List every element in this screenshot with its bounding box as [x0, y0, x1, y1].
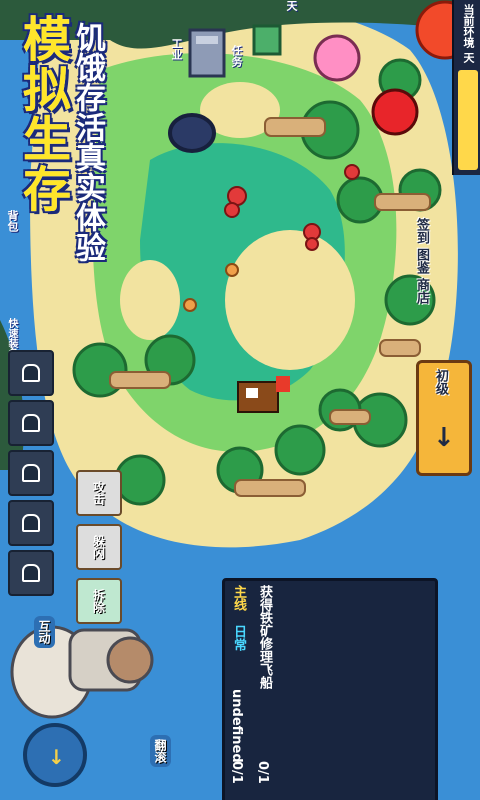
defense-button[interactable]: 躲闪: [76, 524, 122, 570]
quest-daily-text[interactable]: undefined: [229, 689, 244, 763]
task-label[interactable]: 任务: [228, 45, 244, 67]
shop-button[interactable]: 商店: [412, 278, 431, 304]
current-area-label: 天: [285, 0, 298, 11]
industry-label[interactable]: 工业: [168, 38, 184, 60]
skill-slot[interactable]: [8, 400, 54, 446]
promo-title: 模拟生存 饥饿存活真实体验: [14, 14, 130, 324]
pond: [168, 113, 216, 153]
lock-icon: [22, 564, 40, 582]
lock-icon: [22, 414, 40, 432]
sand-patch: [225, 230, 355, 370]
quest-main-text[interactable]: 获得铁矿修理飞船: [255, 585, 274, 689]
promo-title-sub: 饥饿存活真实体验: [70, 22, 105, 262]
status-rail-label: 当前环境 天: [462, 4, 475, 63]
craft-label: 拆除: [91, 589, 106, 613]
roll-button[interactable]: 翻滚: [150, 735, 171, 767]
status-rail: 当前环境 天: [452, 0, 480, 175]
game-screen: 模拟生存 饥饿存活真实体验 当前环境 天 天 任务 工业 背包 快速装备 攻击 …: [0, 0, 480, 800]
action-buttons: 攻击 躲闪 拆除: [76, 470, 122, 624]
skill-slot[interactable]: [8, 350, 54, 396]
interact-button[interactable]: 互动: [34, 616, 55, 648]
pink-bubble: [313, 34, 361, 82]
sign-in-button[interactable]: 签到: [412, 218, 431, 244]
skill-slot[interactable]: [8, 500, 54, 546]
craft-panel-label: 初级: [433, 369, 448, 395]
green-crate: [252, 24, 282, 56]
lock-icon: [22, 514, 40, 532]
quest-daily-progress: 0/1: [229, 761, 244, 784]
lock-icon: [22, 364, 40, 382]
down-arrow-icon[interactable]: ↓: [48, 745, 65, 769]
quest-panel: 主线 日常 获得铁矿修理飞船 0/1 undefined 0/1: [222, 578, 438, 800]
skill-slot[interactable]: [8, 450, 54, 496]
codex-button[interactable]: 图鉴: [412, 248, 431, 274]
quest-main-tag: 主线: [231, 585, 246, 611]
industry-building: [188, 28, 226, 78]
right-menu: 签到 图鉴 商店: [412, 218, 431, 304]
skill-column: [8, 350, 54, 596]
attack-label: 攻击: [91, 481, 106, 505]
lock-icon: [22, 464, 40, 482]
quest-daily-tag: 日常: [231, 625, 246, 651]
status-bar: [458, 70, 478, 170]
attack-button[interactable]: 攻击: [76, 470, 122, 516]
craft-button[interactable]: 拆除: [76, 578, 122, 624]
promo-title-main: 模拟生存: [14, 14, 70, 214]
skill-slot[interactable]: [8, 550, 54, 596]
quest-main-progress: 0/1: [255, 761, 270, 784]
craft-panel[interactable]: 初级 ↓: [416, 360, 472, 476]
red-bubble: [371, 88, 419, 136]
defense-label: 躲闪: [91, 535, 106, 559]
left-top-label: 背包: [6, 210, 19, 232]
arrow-down-icon: ↓: [433, 423, 455, 453]
